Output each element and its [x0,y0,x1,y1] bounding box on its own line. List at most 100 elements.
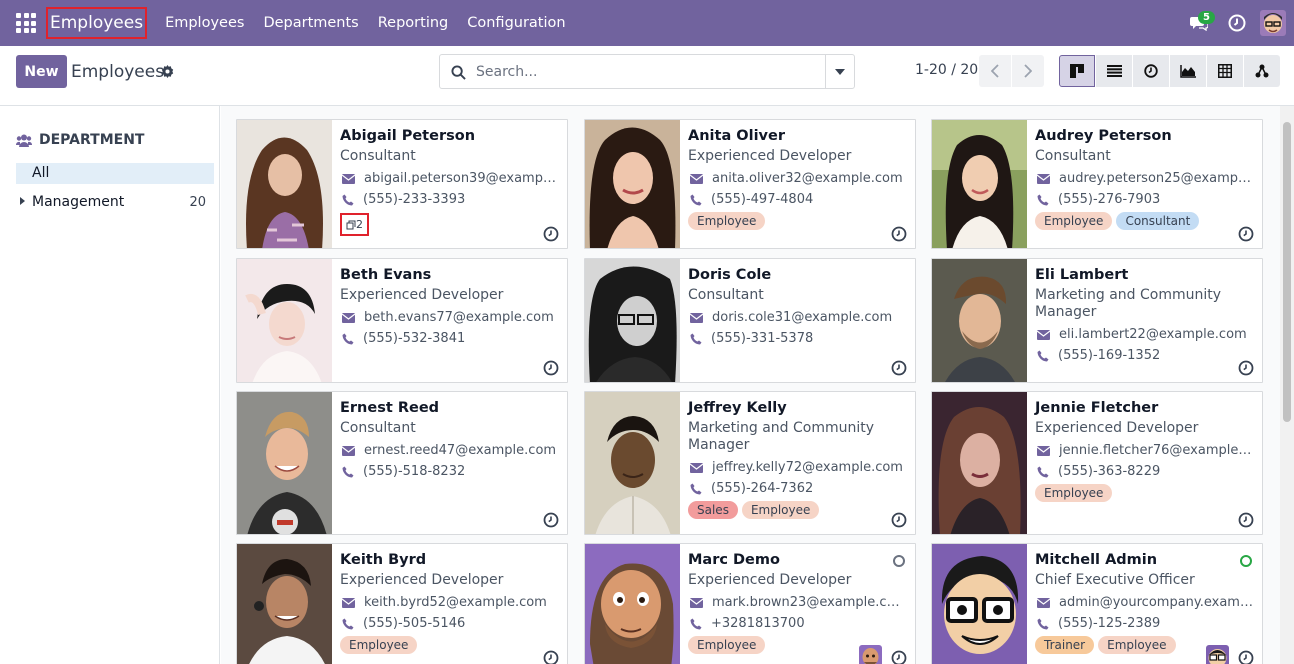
envelope-icon [690,173,703,184]
activity-clock-icon[interactable] [891,650,907,664]
phone-icon [342,333,354,344]
employee-card[interactable]: Marc Demo Experienced Developer mark.bro… [584,543,916,664]
employee-email: ernest.reed47@example.com [364,443,557,458]
employee-phone: (555)-532-3841 [363,331,466,346]
menu-configuration[interactable]: Configuration [467,15,565,31]
list-view-button[interactable] [1096,55,1132,87]
user-avatar[interactable] [1206,645,1229,664]
employee-card[interactable]: Eli Lambert Marketing and Community Mana… [931,258,1263,383]
activity-clock-icon[interactable] [891,226,907,242]
pager-value[interactable]: 1-20 / 20 [915,62,978,78]
activity-clock-icon[interactable] [891,360,907,376]
activity-clock-icon[interactable] [1238,226,1254,242]
clock-icon [1144,64,1158,78]
employee-card[interactable]: Keith Byrd Experienced Developer keith.b… [236,543,568,664]
search-input[interactable]: Search... [476,64,537,80]
employee-name: Anita Oliver [688,128,785,144]
envelope-icon [342,445,355,456]
employee-job: Consultant [1035,148,1111,164]
activity-clock-icon[interactable] [1238,512,1254,528]
user-avatar[interactable] [1260,10,1286,36]
employee-photo [932,259,1027,382]
app-menu-icon[interactable] [14,11,38,35]
phone-icon [342,466,354,477]
employee-photo [237,259,332,382]
employee-card[interactable]: Jeffrey Kelly Marketing and Community Ma… [584,391,916,535]
envelope-icon [1037,173,1050,184]
employee-card[interactable]: Anita Oliver Experienced Developer anita… [584,119,916,249]
menu-employees[interactable]: Employees [165,15,244,31]
attachment-count: 2 [356,218,363,231]
employee-name: Abigail Peterson [340,128,476,144]
employee-email: abigail.peterson39@example.com [364,171,559,186]
pivot-view-button[interactable] [1207,55,1243,87]
sidebar-item-count: 20 [189,195,206,210]
tag-employee: Employee [1035,212,1113,230]
graph-view-button[interactable] [1170,55,1206,87]
activity-clock-icon[interactable] [1228,14,1246,32]
scrollbar-thumb[interactable] [1283,122,1291,422]
employee-phone: (555)-363-8229 [1058,464,1161,479]
employee-name: Marc Demo [688,552,780,568]
chevron-right-icon [1024,64,1032,78]
employee-phone: +3281813700 [711,616,805,631]
pager-buttons [979,55,1044,87]
employee-photo [932,392,1027,534]
pager-next-button[interactable] [1012,55,1044,87]
app-brand-link[interactable]: Employees [46,7,148,39]
user-avatar[interactable] [859,645,882,664]
employee-card[interactable]: Mitchell Admin Chief Executive Officer a… [931,543,1263,664]
pager-previous-button[interactable] [979,55,1011,87]
menu-departments[interactable]: Departments [263,15,358,31]
employee-card[interactable]: Audrey Peterson Consultant audrey.peters… [931,119,1263,249]
activity-clock-icon[interactable] [543,226,559,242]
activity-clock-icon[interactable] [543,650,559,664]
search-bar[interactable]: Search... [439,54,855,89]
search-options-toggle[interactable] [825,55,854,88]
employee-email: doris.cole31@example.com [712,310,893,325]
gear-icon[interactable] [161,65,174,78]
sidebar-item-management[interactable]: Management 20 [16,192,214,213]
employee-card[interactable]: Doris Cole Consultant doris.cole31@examp… [584,258,916,383]
hierarchy-view-button[interactable] [1244,55,1280,87]
employee-name: Eli Lambert [1035,267,1129,283]
employee-card[interactable]: Ernest Reed Consultant ernest.reed47@exa… [236,391,568,535]
kanban-icon [1070,64,1084,78]
employee-email: audrey.peterson25@example.com [1059,171,1254,186]
envelope-icon [342,597,355,608]
menu-reporting[interactable]: Reporting [378,15,449,31]
paperclip-icon [346,220,356,229]
employee-job: Experienced Developer [688,572,852,588]
top-navbar: Employees Employees Departments Reportin… [0,0,1294,46]
activity-clock-icon[interactable] [891,512,907,528]
activity-view-button[interactable] [1133,55,1169,87]
employee-phone: (555)-264-7362 [711,481,814,496]
caret-right-icon[interactable] [20,197,25,205]
employee-card[interactable]: Abigail Peterson Consultant abigail.pete… [236,119,568,249]
employee-phone: (555)-518-8232 [363,464,466,479]
employee-name: Audrey Peterson [1035,128,1172,144]
envelope-icon [690,462,703,473]
new-button[interactable]: New [16,55,67,88]
activity-clock-icon[interactable] [543,360,559,376]
tag-sales: Sales [688,501,738,519]
tag-employee: Employee [1035,484,1113,502]
employee-photo [237,392,332,534]
employee-card[interactable]: Beth Evans Experienced Developer beth.ev… [236,258,568,383]
sidebar-item-all[interactable]: All [16,163,214,184]
activity-clock-icon[interactable] [1238,650,1254,664]
activity-clock-icon[interactable] [543,512,559,528]
employee-job: Marketing and Community Manager [1035,287,1222,320]
tag-employee: Employee [340,636,418,654]
tag-trainer: Trainer [1035,636,1095,654]
employee-photo [932,120,1027,248]
activity-clock-icon[interactable] [1238,360,1254,376]
attachment-counter[interactable]: 2 [340,213,369,236]
employee-job: Consultant [688,287,764,303]
vertical-scrollbar[interactable] [1280,106,1294,664]
messaging-button[interactable]: 5 [1184,8,1215,38]
employee-card[interactable]: Jennie Fletcher Experienced Developer je… [931,391,1263,535]
kanban-view-button[interactable] [1059,55,1095,87]
employee-job: Consultant [340,420,416,436]
presence-offline-icon [893,555,905,567]
